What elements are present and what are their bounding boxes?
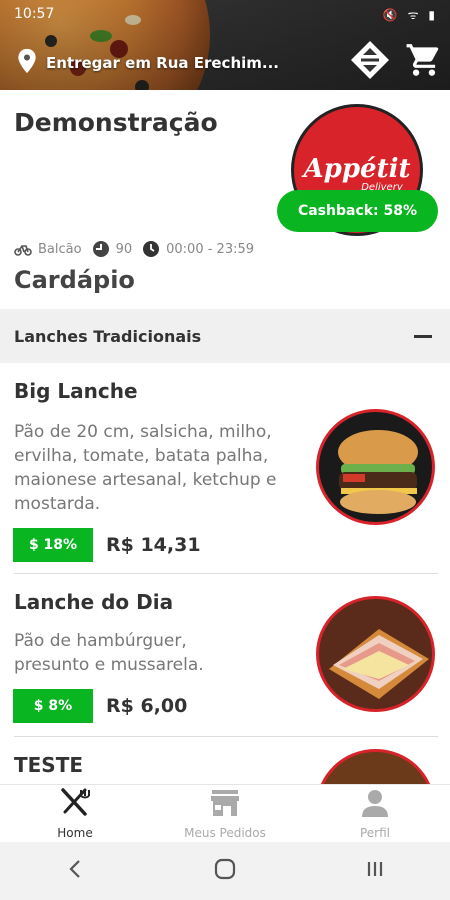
menu-item[interactable]: TESTE — [0, 737, 450, 784]
nav-my-orders[interactable]: Meus Pedidos — [150, 785, 300, 842]
delivery-time-icon — [92, 240, 110, 258]
item-description: Pão de hambúrguer, presunto e mussarela. — [14, 631, 204, 675]
bottom-navigation: Home Meus Pedidos Perfil — [0, 784, 450, 842]
opening-hours: 00:00 - 23:59 — [166, 241, 255, 257]
category-label: Lanches Tradicionais — [14, 326, 202, 346]
store-icon — [209, 788, 241, 822]
discount-badge: $ 18% — [13, 528, 93, 562]
item-price: R$ 14,31 — [106, 534, 201, 556]
item-image — [316, 749, 435, 784]
recent-apps-icon — [365, 859, 385, 883]
sort-icon — [349, 39, 391, 85]
header-banner: 10:57 🔇 ᯤ ▮ Entregar em Rua Erechim... — [0, 0, 450, 90]
recent-apps-button[interactable] — [345, 851, 405, 891]
category-header[interactable]: Lanches Tradicionais — [0, 309, 450, 363]
delivery-location[interactable]: Entregar em Rua Erechim... — [16, 48, 279, 78]
item-title: TESTE — [14, 753, 84, 777]
discount-badge: $ 8% — [13, 689, 93, 723]
cart-button[interactable] — [402, 40, 446, 84]
delivery-time: 90 — [115, 241, 133, 257]
item-title: Big Lanche — [14, 379, 138, 403]
clock-icon — [142, 240, 160, 258]
status-icons: 🔇 ᯤ ▮ — [382, 8, 438, 22]
shopping-cart-icon — [405, 41, 443, 83]
person-icon — [359, 788, 391, 822]
bike-icon — [14, 240, 32, 258]
home-circle-icon — [214, 858, 236, 884]
item-image — [316, 596, 435, 712]
item-title: Lanche do Dia — [14, 590, 174, 614]
collapse-icon[interactable] — [414, 334, 432, 338]
store-info-row: Balcão 90 00:00 - 23:59 — [14, 240, 254, 258]
sort-button[interactable] — [348, 40, 392, 84]
item-description: Pão de 20 cm, salsicha, milho, ervilha, … — [14, 422, 277, 514]
back-button[interactable] — [45, 851, 105, 891]
nav-label: Home — [57, 825, 93, 840]
map-pin-icon — [16, 48, 38, 78]
menu-item[interactable]: Big Lanche Pão de 20 cm, salsicha, milho… — [0, 363, 450, 573]
cashback-badge: Cashback: 58% — [277, 190, 438, 232]
pickup-label: Balcão — [38, 241, 82, 257]
status-time: 10:57 — [14, 6, 55, 22]
menu-item[interactable]: Lanche do Dia Pão de hambúrguer, presunt… — [0, 574, 450, 736]
item-price: R$ 6,00 — [106, 695, 188, 717]
location-text: Entregar em Rua Erechim... — [46, 54, 279, 72]
nav-home[interactable]: Home — [0, 785, 150, 842]
item-image — [316, 409, 435, 525]
nav-profile[interactable]: Perfil — [300, 785, 450, 842]
menu-title: Cardápio — [14, 266, 135, 294]
system-navigation-bar — [0, 842, 450, 900]
nav-label: Meus Pedidos — [184, 825, 266, 840]
fork-knife-icon — [59, 787, 91, 822]
store-name: Demonstração — [14, 108, 218, 137]
logo-text: Appétit — [303, 153, 411, 184]
back-icon — [68, 859, 82, 883]
home-button[interactable] — [195, 851, 255, 891]
nav-label: Perfil — [359, 825, 391, 840]
